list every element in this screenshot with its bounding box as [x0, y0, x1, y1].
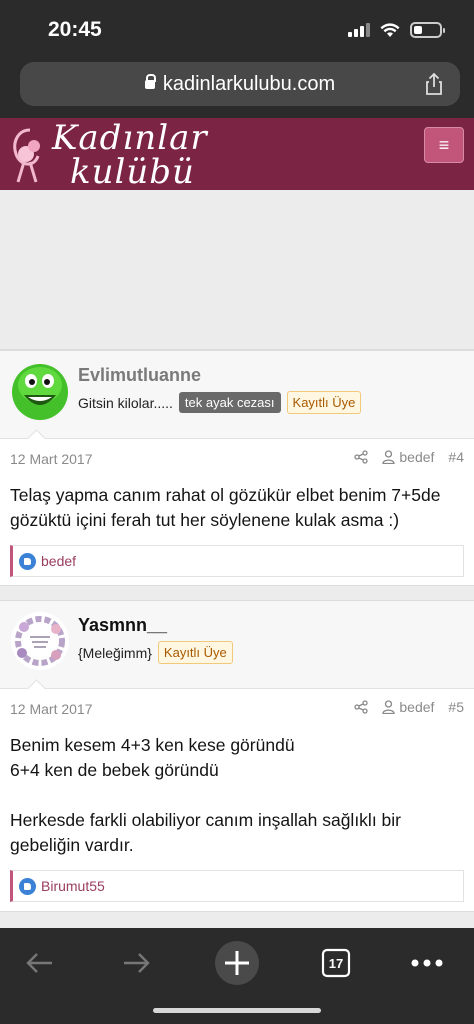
user-extra: {Meleğimm} Kayıtlı Üye	[78, 641, 233, 664]
tabs-button[interactable]: 17	[311, 938, 361, 988]
post-meta: 12 Mart 2017 bedef #4	[0, 439, 474, 477]
post: Evlimutluanne Gitsin kilolar..... tek ay…	[0, 350, 474, 586]
post-body: Telaş yapma canım rahat ol gözükür elbet…	[0, 477, 474, 533]
post-text: 6+4 ken de bebek göründü	[10, 760, 219, 780]
post-date[interactable]: 12 Mart 2017	[10, 451, 93, 467]
post: Yasmnn__ {Meleğimm} Kayıtlı Üye 12 Mart …	[0, 600, 474, 912]
lock-icon	[144, 74, 156, 89]
address-bar[interactable]: kadinlarkulubu.com	[20, 62, 460, 106]
site-header: Kadınlar kulübü ≡	[0, 118, 474, 190]
signal-icon	[348, 23, 370, 37]
arrow-right-icon	[124, 953, 150, 973]
post-user-info: Yasmnn__ {Meleğimm} Kayıtlı Üye	[0, 601, 474, 689]
username[interactable]: Yasmnn__	[78, 615, 167, 636]
post-actions: bedef #5	[354, 699, 464, 715]
like-icon	[19, 552, 36, 570]
more-button[interactable]	[402, 938, 452, 988]
url-text: kadinlarkulubu.com	[162, 73, 336, 95]
battery-icon	[410, 22, 445, 38]
ad-placeholder	[0, 190, 474, 350]
post-body: Benim kesem 4+3 ken kese göründü 6+4 ken…	[0, 727, 474, 858]
back-button[interactable]	[14, 938, 64, 988]
post-text	[10, 783, 464, 808]
like-icon	[19, 877, 36, 895]
arrow-left-icon	[26, 953, 52, 973]
new-tab-button[interactable]	[212, 938, 262, 988]
post-text: Herkesde farkli olabiliyor canım inşalla…	[10, 810, 401, 855]
browser-toolbar: kadinlarkulubu.com	[0, 62, 474, 118]
liker-name[interactable]: bedef	[41, 553, 76, 569]
post-meta: 12 Mart 2017 bedef #5	[0, 689, 474, 727]
likes-bar: bedef	[10, 545, 464, 577]
status-time: 20:45	[48, 18, 102, 41]
menu-button[interactable]: ≡	[424, 127, 464, 163]
forward-button[interactable]	[112, 938, 162, 988]
quoted-user[interactable]: bedef	[382, 699, 434, 715]
home-indicator	[153, 1008, 321, 1013]
member-badge: Kayıtlı Üye	[286, 391, 362, 414]
url-display[interactable]: kadinlarkulubu.com	[20, 73, 460, 96]
user-extra: Gitsin kilolar..... tek ayak cezası Kayı…	[78, 391, 362, 414]
site-logo[interactable]: Kadınlar kulübü	[8, 118, 208, 190]
post-actions: bedef #4	[354, 449, 464, 465]
status-bar: 20:45	[0, 0, 474, 62]
user-icon	[382, 450, 396, 464]
post-text: Benim kesem 4+3 ken kese göründü	[10, 735, 295, 755]
quoted-user[interactable]: bedef	[382, 449, 434, 465]
avatar[interactable]	[10, 611, 70, 671]
post-text: Telaş yapma canım rahat ol gözükür elbet…	[10, 485, 441, 530]
share-icon[interactable]	[354, 700, 369, 714]
wifi-icon	[380, 22, 400, 37]
user-title: {Meleğimm}	[78, 644, 152, 661]
user-badge: tek ayak cezası	[178, 392, 281, 413]
avatar[interactable]	[10, 361, 70, 421]
logo-text-line2: kulübü	[70, 152, 195, 190]
user-title: Gitsin kilolar.....	[78, 394, 173, 411]
quoted-user-name: bedef	[399, 699, 435, 715]
tab-count: 17	[329, 956, 343, 971]
post-number[interactable]: #4	[448, 449, 464, 465]
liker-name[interactable]: Birumut55	[41, 878, 105, 894]
share-icon[interactable]	[422, 72, 446, 96]
more-icon	[411, 959, 443, 967]
status-icons	[348, 22, 445, 38]
logo-mark-icon	[13, 128, 40, 183]
post-user-info: Evlimutluanne Gitsin kilolar..... tek ay…	[0, 351, 474, 439]
plus-icon	[215, 941, 259, 985]
tabs-icon: 17	[321, 948, 351, 978]
quoted-user-name: bedef	[399, 449, 435, 465]
user-icon	[382, 700, 396, 714]
share-icon[interactable]	[354, 450, 369, 464]
member-badge: Kayıtlı Üye	[157, 641, 233, 664]
likes-bar: Birumut55	[10, 870, 464, 902]
post-number[interactable]: #5	[448, 699, 464, 715]
post-date[interactable]: 12 Mart 2017	[10, 701, 93, 717]
username[interactable]: Evlimutluanne	[78, 365, 201, 386]
browser-bottom-bar: 17	[0, 928, 474, 1024]
